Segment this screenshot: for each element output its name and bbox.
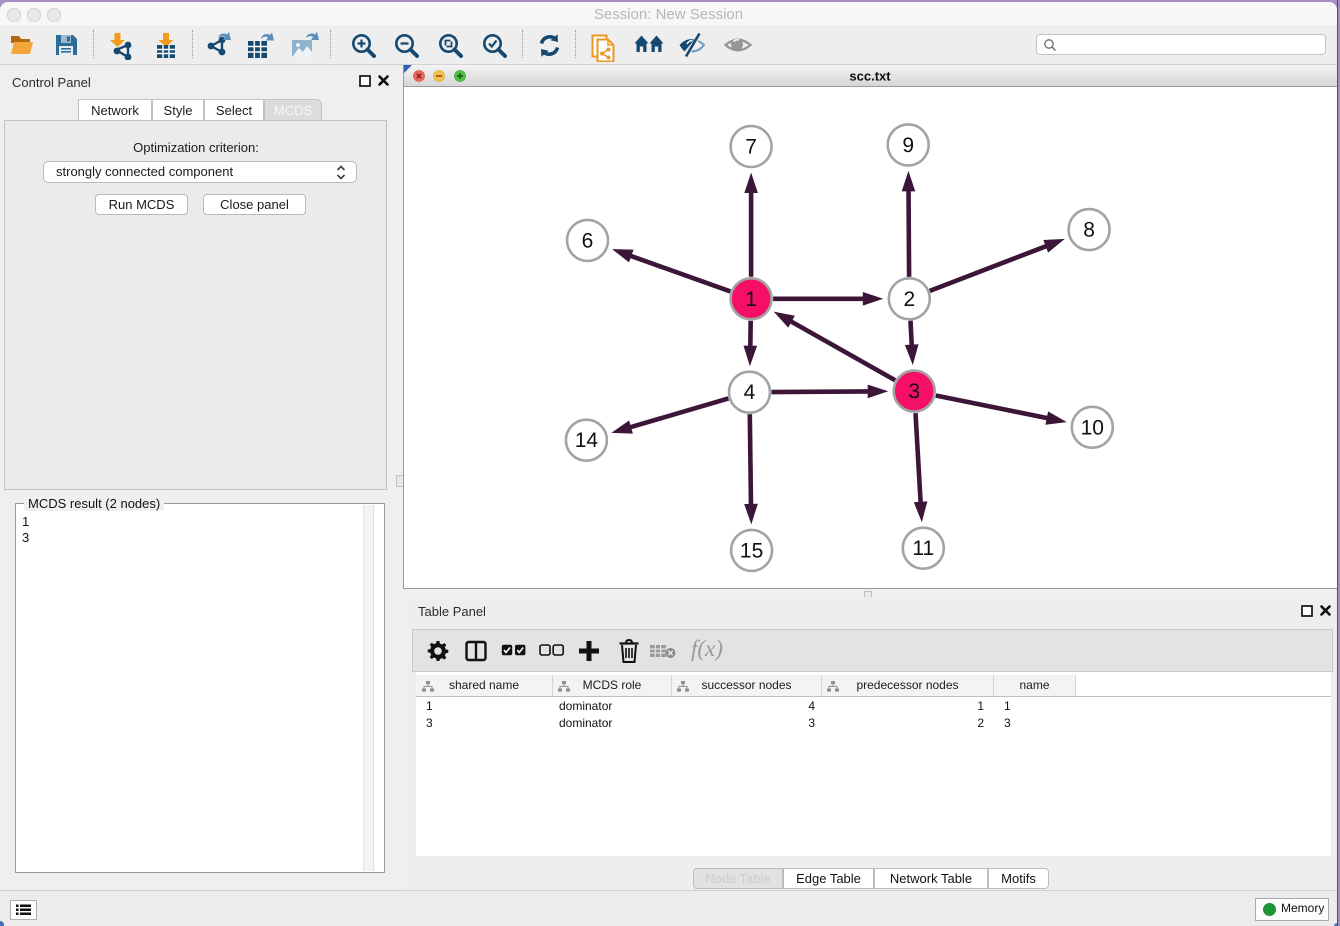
svg-text:2: 2 — [903, 288, 915, 311]
svg-text:7: 7 — [745, 136, 757, 159]
svg-text:9: 9 — [902, 134, 914, 157]
svg-text:6: 6 — [582, 229, 594, 252]
svg-text:4: 4 — [744, 381, 756, 404]
svg-text:14: 14 — [575, 429, 599, 452]
svg-text:8: 8 — [1083, 219, 1095, 242]
svg-text:1: 1 — [745, 288, 757, 311]
svg-text:3: 3 — [908, 380, 920, 403]
svg-text:11: 11 — [912, 537, 934, 560]
svg-text:Memory: Memory — [1281, 901, 1324, 915]
svg-text:scc.txt: scc.txt — [849, 69, 891, 84]
svg-text:15: 15 — [740, 539, 763, 562]
svg-text:10: 10 — [1081, 416, 1104, 439]
